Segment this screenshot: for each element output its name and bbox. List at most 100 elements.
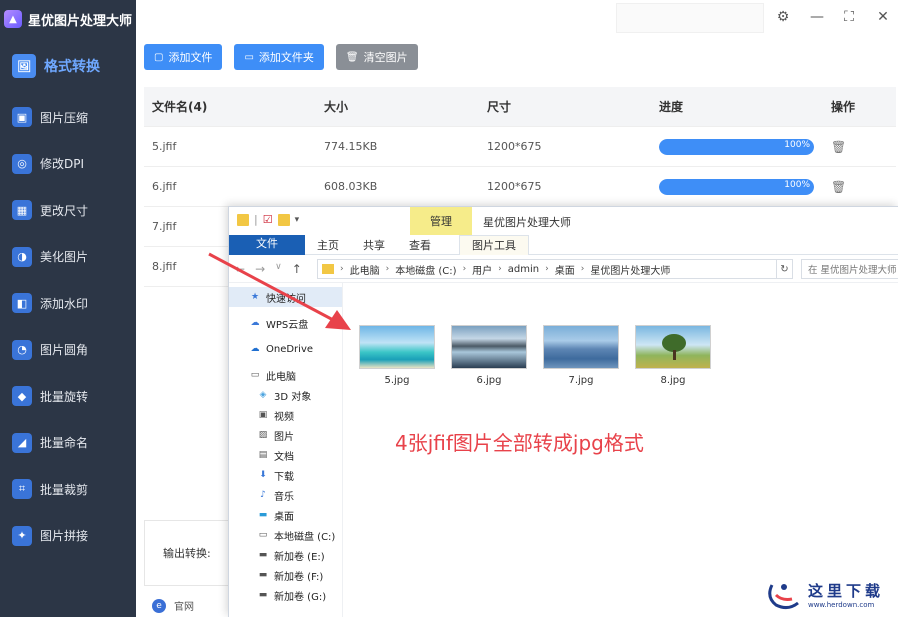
header-progress: 进度 (659, 100, 684, 114)
sidebar-item-6[interactable]: ◔ 图片圆角 (0, 327, 136, 374)
breadcrumb-item[interactable]: 桌面 (555, 262, 575, 277)
picture-icon: ▨ (258, 430, 268, 440)
sidebar-item-2[interactable]: ◎ 修改DPI (0, 141, 136, 188)
sidebar-item-3[interactable]: ▦ 更改尺寸 (0, 187, 136, 234)
sidebar-item-5[interactable]: ◧ 添加水印 (0, 280, 136, 327)
nav-pane-item[interactable]: ▭ 本地磁盘 (C:) (229, 525, 342, 545)
breadcrumb-separator-icon[interactable]: › (463, 264, 467, 274)
file-dimensions-cell: 1200*675 (487, 140, 542, 153)
sidebar-item-10[interactable]: ✦ 图片拼接 (0, 513, 136, 560)
website-link[interactable]: 官网 (174, 598, 194, 613)
add-file-button[interactable]: ▢ 添加文件 (144, 44, 223, 70)
nav-pane-label: 3D 对象 (274, 391, 312, 403)
stitch-icon: ✦ (12, 525, 32, 546)
nav-pane-item[interactable]: ▤ 文档 (229, 445, 342, 465)
breadcrumb-separator-icon[interactable]: › (545, 264, 549, 274)
separator-icon: | (254, 213, 258, 226)
nav-pane-item[interactable]: ♪ 音乐 (229, 485, 342, 505)
file-item[interactable]: 5.jpg (359, 325, 435, 386)
nav-pane-label: OneDrive (266, 343, 314, 355)
file-size-cell: 774.15KB (324, 140, 378, 153)
sidebar-item-label: 批量裁剪 (40, 482, 89, 497)
folder-icon[interactable] (277, 213, 290, 226)
nav-pane-item[interactable]: ▭ 此电脑 (229, 365, 342, 385)
nav-pane-item[interactable]: ◈ 3D 对象 (229, 385, 342, 405)
file-name-cell: 5.jfif (152, 140, 177, 153)
watermark-text: 这里下载 (807, 581, 884, 600)
sidebar-item-label: 修改DPI (40, 157, 85, 172)
image-convert-icon: 🖼 (12, 54, 36, 78)
maximize-icon[interactable]: ⛶ (840, 8, 858, 26)
folder-icon[interactable] (237, 213, 249, 226)
sidebar-item-8[interactable]: ◢ 批量命名 (0, 420, 136, 467)
document-icon: ▤ (258, 450, 268, 460)
arrow-shaft (208, 252, 338, 324)
nav-pane-item[interactable]: ▬ 新加卷 (E:) (229, 545, 342, 565)
sidebar-item-9[interactable]: ⌗ 批量裁剪 (0, 466, 136, 513)
delete-icon[interactable]: 🗑 (831, 180, 846, 194)
rename-icon: ◢ (12, 432, 32, 453)
annotation-text: 4张jfif图片全部转成jpg格式 (395, 431, 644, 455)
table-row[interactable]: 6.jfif 608.03KB 1200*675 100% 🗑 (144, 167, 896, 207)
table-row[interactable]: 5.jfif 774.15KB 1200*675 100% 🗑 (144, 127, 896, 167)
nav-pane-item[interactable]: ▣ 视频 (229, 405, 342, 425)
nav-pane-item[interactable]: ▬ 桌面 (229, 505, 342, 525)
settings-icon[interactable]: ⚙ (774, 8, 792, 26)
close-icon[interactable]: ✕ (874, 8, 892, 26)
nav-pane-label: 此电脑 (266, 371, 296, 383)
sidebar-nav: 🖼 格式转换 ▣ 图片压缩 ◎ 修改DPI ▦ 更改尺寸 ◑ 美化图片 ◧ 添加水印 ◔ 图片圆角 ◆ 批量旋… (0, 38, 136, 559)
watermark-icon: ◧ (12, 293, 32, 314)
resize-icon: ▦ (12, 200, 32, 221)
nav-pane-item[interactable]: ▬ 新加卷 (F:) (229, 565, 342, 585)
clear-images-label: 清空图片 (363, 51, 408, 64)
nav-pane-item[interactable]: ▬ 新加卷 (G:) (229, 585, 342, 605)
breadcrumb-separator-icon[interactable]: › (498, 264, 502, 274)
nav-pane-item[interactable]: ⬇ 下载 (229, 465, 342, 485)
breadcrumb[interactable]: › 此电脑 › 本地磁盘 (C:) › 用户 › admin › 桌面 › 星优图片处理大师 (317, 259, 777, 279)
sidebar-item-7[interactable]: ◆ 批量旋转 (0, 373, 136, 420)
dropdown-icon[interactable]: ▾ (295, 215, 300, 225)
ribbon-tab-4[interactable]: 图片工具 (459, 234, 529, 255)
nav-pane-label: 桌面 (274, 511, 294, 523)
delete-icon[interactable]: 🗑 (831, 140, 846, 154)
breadcrumb-separator-icon[interactable]: › (581, 264, 585, 274)
sidebar-item-1[interactable]: ▣ 图片压缩 (0, 94, 136, 141)
nav-pane-item[interactable]: ☁ OneDrive (229, 339, 342, 359)
header-actions: 操作 (831, 100, 856, 114)
checklist-icon[interactable]: ☑ (263, 213, 273, 226)
add-folder-button[interactable]: ▭ 添加文件夹 (234, 44, 324, 70)
nav-pane-label: 新加卷 (G:) (274, 591, 327, 603)
breadcrumb-item[interactable]: 用户 (472, 262, 492, 277)
file-item[interactable]: 7.jpg (543, 325, 619, 386)
sidebar-item-label: 更改尺寸 (40, 203, 89, 218)
sidebar-item-4[interactable]: ◑ 美化图片 (0, 234, 136, 281)
compress-icon: ▣ (12, 107, 32, 128)
file-item[interactable]: 6.jpg (451, 325, 527, 386)
sidebar-item-0[interactable]: 🖼 格式转换 (0, 38, 136, 94)
add-file-label: 添加文件 (168, 51, 213, 64)
manage-tab[interactable]: 管理 (410, 207, 472, 235)
top-search-box[interactable] (616, 3, 764, 33)
ribbon-tab-3[interactable]: 查看 (397, 235, 443, 255)
brand: ▲ 星优图片处理大师 (0, 0, 136, 38)
annotation-arrow (208, 252, 351, 330)
explorer-titlebar: | ☑ ▾ 管理 星优图片处理大师 (229, 207, 898, 235)
refresh-icon[interactable]: ↻ (777, 259, 793, 279)
drive-icon: ▬ (258, 550, 268, 560)
trash-icon: 🗑 (345, 51, 359, 63)
nav-pane-item[interactable]: ▨ 图片 (229, 425, 342, 445)
explorer-search-input[interactable]: 在 星优图片处理大师 (801, 259, 898, 279)
breadcrumb-item[interactable]: admin (508, 264, 539, 275)
file-name: 5.jpg (384, 375, 410, 386)
breadcrumb-item[interactable]: 星优图片处理大师 (590, 262, 670, 277)
desktop-icon: ▬ (258, 510, 268, 520)
header-name: 文件名(4) (152, 100, 208, 114)
breadcrumb-separator-icon[interactable]: › (386, 264, 390, 274)
clear-images-button[interactable]: 🗑 清空图片 (335, 44, 418, 70)
minimize-icon[interactable]: — (808, 8, 826, 26)
file-item[interactable]: 8.jpg (635, 325, 711, 386)
onedrive-icon: ☁ (250, 344, 260, 354)
breadcrumb-item[interactable]: 本地磁盘 (C:) (395, 262, 456, 277)
nav-pane-label: 图片 (274, 431, 294, 443)
progress-text: 100% (784, 139, 810, 150)
